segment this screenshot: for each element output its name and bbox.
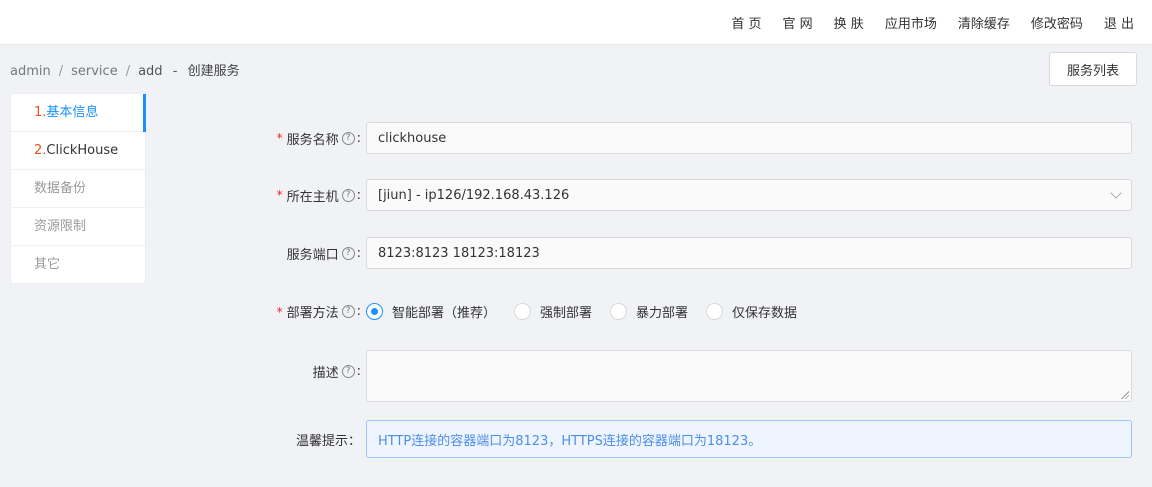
radio-label: 仅保存数据 — [732, 306, 798, 321]
radio-force-deploy[interactable]: 强制部署 — [514, 302, 592, 321]
radio-label: 暴力部署 — [636, 306, 689, 321]
nav-change-password[interactable]: 修改密码 — [1031, 13, 1083, 32]
breadcrumb: admin / service / add - 创建服务 — [10, 60, 240, 79]
service-name-label: * 服务名称 ? : — [150, 129, 366, 148]
label-text: 服务名称 — [286, 132, 339, 148]
label-colon: : — [356, 245, 361, 261]
create-service-form: * 服务名称 ? : clickhouse * 所在主机 ? : [jiun] … — [150, 93, 1152, 487]
page-title: 创建服务 — [187, 64, 240, 79]
row-port: 服务端口 ? : 8123:8123 18123:18123 — [150, 237, 1152, 269]
step-other[interactable]: 其它 — [11, 246, 145, 284]
breadcrumb-separator: / — [58, 64, 64, 79]
breadcrumb-dash: - — [172, 64, 178, 79]
port-label: 服务端口 ? : — [150, 244, 366, 263]
row-deploy: * 部署方法 ? : 智能部署（推荐） 强制部署 暴力部署 仅保存数据 — [150, 302, 1152, 321]
row-tip: 温馨提示 ： HTTP连接的容器端口为8123，HTTPS连接的容器端口为181… — [150, 420, 1152, 458]
row-host: * 所在主机 ? : [jiun] - ip126/192.168.43.126 — [150, 179, 1152, 211]
tip-message: HTTP连接的容器端口为8123，HTTPS连接的容器端口为18123。 — [366, 420, 1132, 458]
tip-label: 温馨提示 ： — [150, 430, 366, 449]
breadcrumb-separator: / — [125, 64, 131, 79]
step-label: 其它 — [34, 257, 61, 272]
port-input[interactable]: 8123:8123 18123:18123 — [366, 237, 1132, 269]
chevron-down-icon — [1110, 187, 1122, 199]
radio-label: 智能部署（推荐） — [392, 306, 497, 321]
required-mark: * — [276, 131, 283, 145]
step-label: 数据备份 — [34, 181, 87, 196]
resize-handle-icon[interactable] — [1121, 391, 1129, 399]
help-icon[interactable]: ? — [341, 188, 355, 202]
top-bar: 首 页 官 网 换 肤 应用市场 清除缓存 修改密码 退 出 — [0, 0, 1152, 45]
radio-unchecked-icon — [610, 303, 628, 320]
help-icon[interactable]: ? — [341, 305, 355, 318]
row-service-name: * 服务名称 ? : clickhouse — [150, 122, 1152, 154]
step-number: 1. — [34, 105, 47, 120]
deploy-label: * 部署方法 ? : — [150, 302, 366, 321]
label-text: 部署方法 — [286, 306, 339, 321]
breadcrumb-row: admin / service / add - 创建服务 服务列表 — [0, 45, 1152, 93]
step-label: 基本信息 — [46, 105, 99, 120]
label-colon: : — [356, 304, 361, 319]
label-text: 温馨提示 — [295, 433, 348, 449]
nav-official-site[interactable]: 官 网 — [783, 13, 813, 32]
step-resource-limit[interactable]: 资源限制 — [11, 208, 145, 246]
step-basic-info[interactable]: 1.基本信息 — [11, 94, 146, 132]
radio-smart-deploy[interactable]: 智能部署（推荐） — [366, 302, 496, 321]
host-select-value: [jiun] - ip126/192.168.43.126 — [378, 187, 570, 203]
nav-app-market[interactable]: 应用市场 — [885, 13, 937, 32]
description-textarea[interactable] — [366, 350, 1132, 402]
steps-menu: 1.基本信息 2.ClickHouse 数据备份 资源限制 其它 — [10, 93, 146, 284]
label-text: 所在主机 — [286, 189, 339, 205]
label-colon: : — [356, 130, 361, 146]
label-colon: ： — [347, 433, 361, 449]
step-data-backup[interactable]: 数据备份 — [11, 170, 145, 208]
radio-label: 强制部署 — [540, 306, 593, 321]
required-mark: * — [276, 304, 283, 319]
breadcrumb-service[interactable]: service — [71, 64, 118, 79]
row-description: 描述 ? : — [150, 350, 1152, 402]
radio-unchecked-icon — [514, 303, 532, 320]
label-text: 描述 — [312, 366, 339, 381]
help-icon[interactable]: ? — [341, 365, 355, 378]
step-clickhouse[interactable]: 2.ClickHouse — [11, 132, 145, 170]
host-select[interactable]: [jiun] - ip126/192.168.43.126 — [366, 179, 1132, 211]
nav-logout[interactable]: 退 出 — [1104, 13, 1134, 32]
description-label: 描述 ? : — [150, 362, 366, 381]
label-text: 服务端口 — [286, 247, 339, 263]
top-nav: 首 页 官 网 换 肤 应用市场 清除缓存 修改密码 退 出 — [710, 0, 1134, 45]
radio-save-data-only[interactable]: 仅保存数据 — [706, 302, 797, 321]
help-icon[interactable]: ? — [341, 246, 355, 260]
label-colon: : — [356, 364, 361, 379]
service-name-input[interactable]: clickhouse — [366, 122, 1132, 154]
label-colon: : — [356, 187, 361, 203]
required-mark: * — [276, 188, 283, 202]
radio-unchecked-icon — [706, 303, 724, 320]
help-icon[interactable]: ? — [341, 131, 355, 145]
radio-checked-icon — [366, 303, 383, 320]
deploy-radio-group: 智能部署（推荐） 强制部署 暴力部署 仅保存数据 — [366, 302, 815, 321]
nav-home[interactable]: 首 页 — [731, 13, 761, 32]
breadcrumb-add: add — [138, 64, 163, 79]
step-number: 2. — [34, 143, 47, 158]
service-list-button[interactable]: 服务列表 — [1049, 52, 1137, 86]
host-label: * 所在主机 ? : — [150, 186, 366, 205]
step-label: ClickHouse — [46, 143, 119, 158]
breadcrumb-admin[interactable]: admin — [10, 64, 51, 79]
step-label: 资源限制 — [34, 219, 87, 234]
nav-clear-cache[interactable]: 清除缓存 — [958, 13, 1010, 32]
nav-skin[interactable]: 换 肤 — [834, 13, 864, 32]
radio-brute-deploy[interactable]: 暴力部署 — [610, 302, 688, 321]
